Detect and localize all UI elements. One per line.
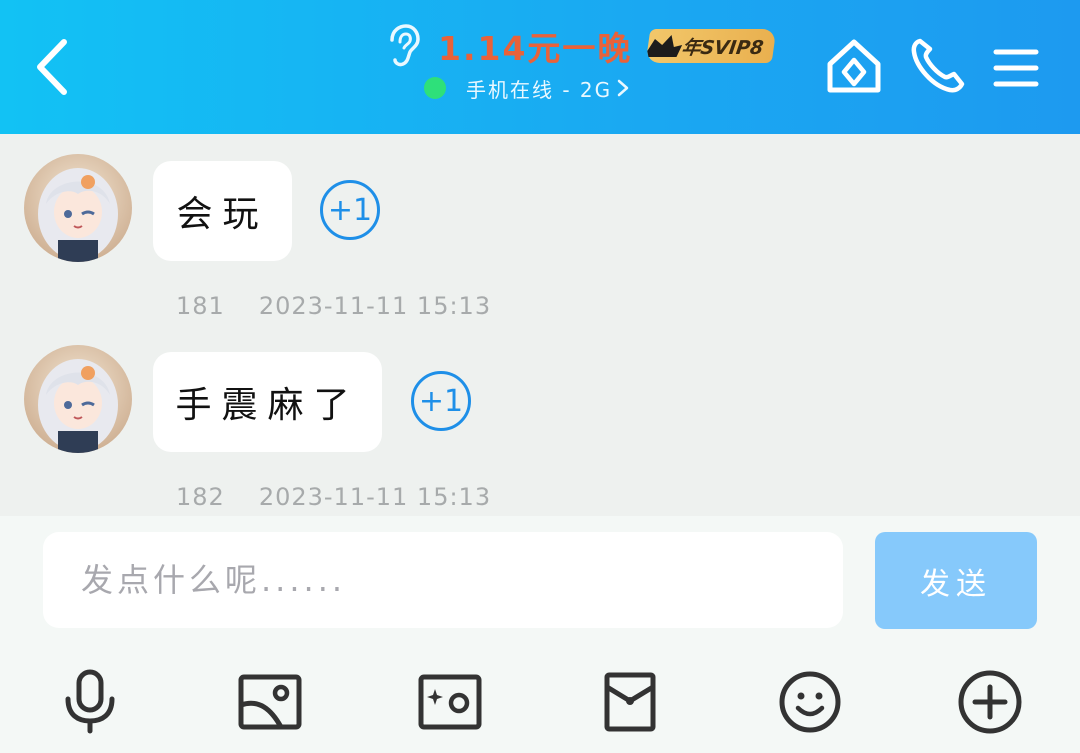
image-button[interactable] bbox=[234, 666, 306, 738]
emoji-button[interactable] bbox=[774, 666, 846, 738]
menu-icon[interactable] bbox=[992, 44, 1040, 92]
phone-icon[interactable] bbox=[910, 36, 966, 94]
red-packet-button[interactable] bbox=[594, 666, 666, 738]
avatar[interactable] bbox=[24, 345, 132, 453]
microphone-icon bbox=[65, 669, 115, 734]
plus-one-button[interactable]: +1 bbox=[411, 371, 471, 431]
status-text: 手机在线 - 2G bbox=[466, 77, 613, 102]
home-icon[interactable] bbox=[824, 36, 884, 96]
camera-icon bbox=[418, 674, 482, 730]
svip-label: 年SVIP8 bbox=[680, 36, 766, 59]
online-dot-icon bbox=[424, 77, 446, 99]
crown-icon bbox=[647, 35, 683, 57]
composer-area: 发送 bbox=[0, 516, 1080, 753]
message-number: 181 bbox=[176, 292, 225, 320]
more-button[interactable] bbox=[954, 666, 1026, 738]
message-number: 182 bbox=[176, 483, 225, 511]
send-button[interactable]: 发送 bbox=[875, 532, 1037, 629]
plus-one-label: +1 bbox=[327, 192, 373, 228]
message-text: 会玩 bbox=[176, 194, 269, 235]
plus-icon bbox=[958, 670, 1022, 734]
chat-header: 1.14元一晚 年SVIP8 手机在线 - 2G bbox=[0, 0, 1080, 134]
ear-icon bbox=[390, 24, 420, 67]
message-input[interactable] bbox=[43, 532, 843, 628]
message-text: 手震麻了 bbox=[175, 385, 360, 426]
message-timestamp: 2023-11-11 15:13 bbox=[258, 292, 492, 320]
plus-one-label: +1 bbox=[418, 383, 464, 419]
emoji-icon bbox=[779, 671, 841, 733]
image-icon bbox=[238, 674, 302, 730]
back-arrow-icon[interactable] bbox=[30, 36, 78, 98]
online-status[interactable]: 手机在线 - 2G bbox=[424, 74, 630, 102]
message-meta: 182 2023-11-11 15:13 bbox=[176, 483, 491, 511]
message-meta: 181 2023-11-11 15:13 bbox=[176, 292, 491, 320]
camera-button[interactable] bbox=[414, 666, 486, 738]
message-bubble[interactable]: 会玩 bbox=[153, 161, 292, 261]
message-bubble[interactable]: 手震麻了 bbox=[153, 352, 382, 452]
microphone-button[interactable] bbox=[54, 666, 126, 738]
message-timestamp: 2023-11-11 15:13 bbox=[258, 483, 492, 511]
plus-one-button[interactable]: +1 bbox=[320, 180, 380, 240]
chat-title: 1.14元一晚 bbox=[438, 29, 633, 68]
avatar-image bbox=[24, 345, 132, 453]
avatar[interactable] bbox=[24, 154, 132, 262]
avatar-image bbox=[24, 154, 132, 262]
title-row[interactable]: 1.14元一晚 年SVIP8 bbox=[386, 22, 777, 70]
chevron-right-icon bbox=[617, 79, 629, 97]
red-packet-icon bbox=[604, 672, 656, 732]
svip-badge[interactable]: 年SVIP8 bbox=[646, 29, 777, 63]
